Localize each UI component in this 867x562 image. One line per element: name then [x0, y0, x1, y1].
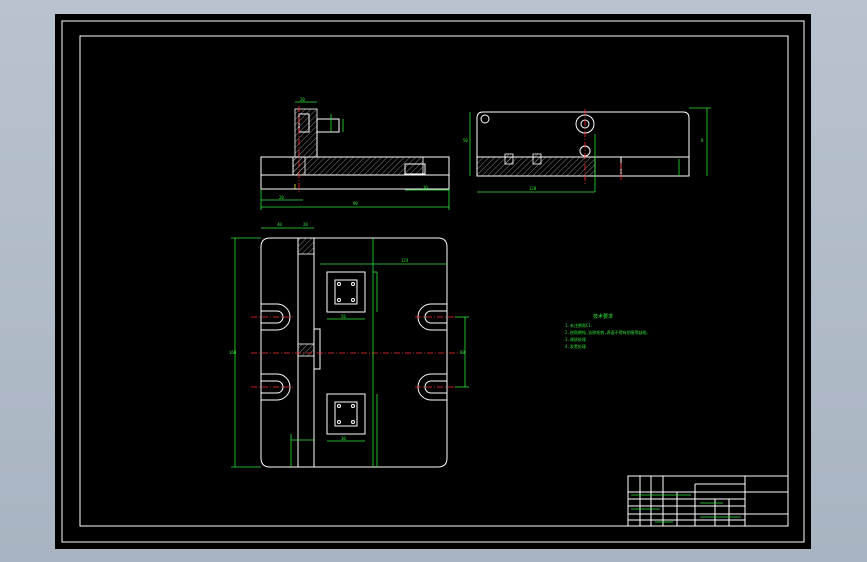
note-line-4: 4.发黑处理.: [565, 343, 588, 349]
dim-front-total: 90: [353, 201, 358, 206]
drawing-canvas[interactable]: 90 20 30 20 50 8 120 160 40 20 124 60 50…: [55, 14, 811, 549]
technical-notes: 技术要求 1.未注倒角C1. 2.锐角倒钝,去除毛刺,表面不得有划痕等缺陷. 3…: [565, 313, 649, 349]
note-line-3: 3.调质处理.: [565, 336, 588, 342]
dim-front-top: 20: [300, 97, 305, 102]
front-section-view: 90 20 30 20: [260, 97, 450, 210]
inner-frame: [79, 35, 789, 527]
dim-plan-top-b: 20: [303, 222, 308, 227]
dim-plan-width: 124: [401, 258, 409, 263]
note-line-2: 2.锐角倒钝,去除毛刺,表面不得有划痕等缺陷.: [565, 329, 649, 335]
drawing-sheet[interactable]: 90 20 30 20 50 8 120 160 40 20 124 60 50…: [55, 14, 811, 549]
dim-plan-top-a: 40: [277, 222, 282, 227]
dim-side-bottom: 120: [529, 186, 537, 191]
dim-front-right: 30: [423, 185, 428, 190]
title-block: [627, 475, 789, 527]
dim-pocket-a: 50: [341, 314, 346, 319]
dim-side-right: 8: [701, 138, 704, 143]
dim-pocket-b: 30: [341, 436, 346, 441]
dim-front-left: 20: [279, 195, 284, 200]
plan-view: 160 40 20 124 60 50 30: [229, 222, 469, 468]
dim-side-height: 50: [463, 138, 468, 143]
dim-plan-center: 60: [460, 350, 465, 355]
note-line-1: 1.未注倒角C1.: [565, 322, 593, 328]
outer-frame: [61, 20, 805, 543]
side-view: 50 8 120: [463, 107, 711, 193]
notes-title: 技术要求: [593, 313, 613, 320]
dim-plan-height: 160: [229, 350, 237, 355]
cad-viewport[interactable]: 90 20 30 20 50 8 120 160 40 20 124 60 50…: [0, 0, 867, 562]
